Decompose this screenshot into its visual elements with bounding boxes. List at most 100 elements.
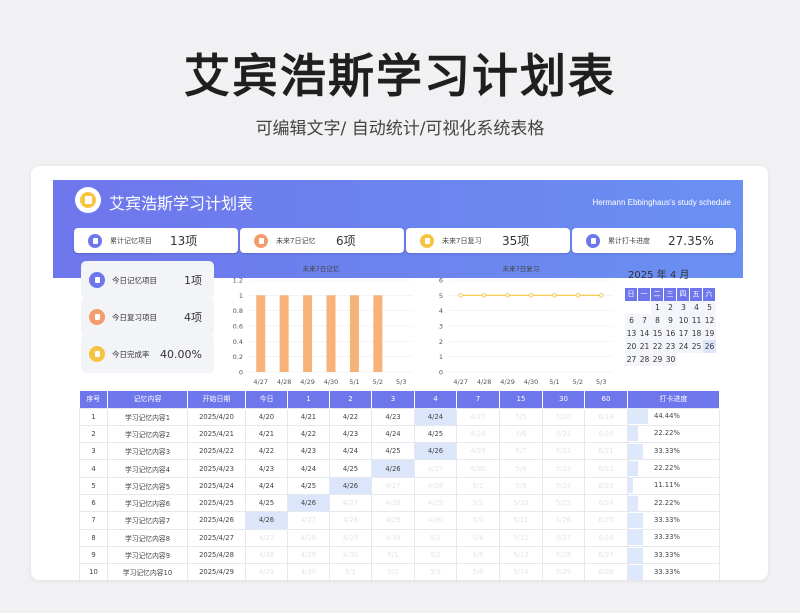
review-date-cell[interactable]: 4/30 (329, 545, 372, 565)
review-date-cell[interactable]: 5/1 (414, 528, 457, 547)
memory-content-cell[interactable]: 学习记忆内容2 (107, 424, 188, 444)
row-number[interactable]: 7 (79, 511, 108, 530)
review-date-cell[interactable]: 4/28 (287, 528, 330, 547)
review-date-cell[interactable]: 4/22 (329, 407, 372, 426)
review-date-cell[interactable]: 4/22 (245, 442, 288, 461)
review-date-cell[interactable]: 5/3 (414, 563, 457, 580)
review-date-cell[interactable]: 4/30 (414, 511, 457, 530)
review-date-cell[interactable]: 4/23 (245, 459, 288, 478)
start-date-cell[interactable]: 2025/4/21 (187, 424, 246, 444)
memory-content-cell[interactable]: 学习记忆内容1 (107, 407, 188, 426)
review-date-cell[interactable]: 4/28 (456, 424, 500, 444)
review-date-cell[interactable]: 5/4 (456, 528, 500, 547)
row-number[interactable]: 1 (79, 407, 108, 426)
review-date-cell[interactable]: 6/22 (584, 459, 628, 478)
review-date-cell[interactable]: 5/5 (456, 545, 500, 565)
review-date-cell[interactable]: 4/24 (371, 424, 415, 444)
calendar-day[interactable]: 22 (651, 340, 664, 353)
review-date-cell[interactable]: 5/8 (499, 459, 543, 478)
review-date-cell[interactable]: 4/26 (371, 459, 415, 478)
calendar-day[interactable]: 3 (677, 301, 690, 314)
calendar-day[interactable]: 2 (664, 301, 677, 314)
calendar-day[interactable]: 23 (664, 340, 677, 353)
row-number[interactable]: 5 (79, 476, 108, 495)
review-date-cell[interactable]: 4/23 (329, 424, 372, 444)
review-date-cell[interactable]: 4/27 (414, 459, 457, 478)
calendar-day[interactable]: 20 (625, 340, 638, 353)
row-number[interactable]: 8 (79, 528, 108, 547)
review-date-cell[interactable]: 4/27 (287, 511, 330, 530)
review-date-cell[interactable]: 4/25 (371, 442, 415, 461)
review-date-cell[interactable]: 5/1 (371, 545, 415, 565)
calendar-day[interactable]: 7 (638, 314, 651, 327)
review-date-cell[interactable]: 6/26 (584, 528, 628, 547)
review-date-cell[interactable]: 4/30 (456, 459, 500, 478)
start-date-cell[interactable]: 2025/4/20 (187, 407, 246, 426)
review-date-cell[interactable]: 4/27 (371, 476, 415, 495)
review-date-cell[interactable]: 4/29 (245, 563, 288, 580)
memory-content-cell[interactable]: 学习记忆内容7 (107, 511, 188, 530)
calendar-day[interactable]: 4 (690, 301, 703, 314)
start-date-cell[interactable]: 2025/4/29 (187, 563, 246, 580)
review-date-cell[interactable]: 4/25 (245, 493, 288, 513)
memory-content-cell[interactable]: 学习记忆内容6 (107, 493, 188, 513)
calendar-day[interactable]: 18 (690, 327, 703, 340)
start-date-cell[interactable]: 2025/4/28 (187, 545, 246, 565)
review-date-cell[interactable]: 5/29 (542, 563, 585, 580)
calendar-day[interactable]: 30 (664, 353, 677, 366)
review-date-cell[interactable]: 4/24 (414, 407, 457, 426)
start-date-cell[interactable]: 2025/4/27 (187, 528, 246, 547)
review-date-cell[interactable]: 4/24 (329, 442, 372, 461)
review-date-cell[interactable]: 5/11 (499, 511, 543, 530)
review-date-cell[interactable]: 5/23 (542, 459, 585, 478)
review-date-cell[interactable]: 6/20 (584, 424, 628, 444)
review-date-cell[interactable]: 5/1 (456, 476, 500, 495)
review-date-cell[interactable]: 6/27 (584, 545, 628, 565)
start-date-cell[interactable]: 2025/4/23 (187, 459, 246, 478)
review-date-cell[interactable]: 6/23 (584, 476, 628, 495)
calendar-day[interactable]: 21 (638, 340, 651, 353)
calendar-day[interactable]: 1 (651, 301, 664, 314)
review-date-cell[interactable]: 5/9 (499, 476, 543, 495)
review-date-cell[interactable]: 5/10 (499, 493, 543, 513)
review-date-cell[interactable]: 5/5 (499, 407, 543, 426)
review-date-cell[interactable]: 5/3 (456, 511, 500, 530)
calendar-day[interactable]: 13 (625, 327, 638, 340)
review-date-cell[interactable]: 4/23 (371, 407, 415, 426)
calendar-day[interactable]: 24 (677, 340, 690, 353)
calendar-day[interactable]: 15 (651, 327, 664, 340)
review-date-cell[interactable]: 4/29 (329, 528, 372, 547)
review-date-cell[interactable]: 4/25 (329, 459, 372, 478)
row-number[interactable]: 6 (79, 493, 108, 513)
calendar-day[interactable]: 12 (703, 314, 716, 327)
memory-content-cell[interactable]: 学习记忆内容4 (107, 459, 188, 478)
review-date-cell[interactable]: 4/26 (414, 442, 457, 461)
review-date-cell[interactable]: 5/1 (329, 563, 372, 580)
review-date-cell[interactable]: 6/28 (584, 563, 628, 580)
review-date-cell[interactable]: 5/25 (542, 493, 585, 513)
review-date-cell[interactable]: 4/28 (329, 511, 372, 530)
calendar-day[interactable]: 9 (664, 314, 677, 327)
review-date-cell[interactable]: 4/26 (287, 493, 330, 513)
review-date-cell[interactable]: 5/2 (456, 493, 500, 513)
memory-content-cell[interactable]: 学习记忆内容10 (107, 563, 188, 580)
review-date-cell[interactable]: 5/28 (542, 545, 585, 565)
review-date-cell[interactable]: 4/25 (287, 476, 330, 495)
review-date-cell[interactable]: 5/26 (542, 511, 585, 530)
start-date-cell[interactable]: 2025/4/25 (187, 493, 246, 513)
review-date-cell[interactable]: 4/24 (245, 476, 288, 495)
review-date-cell[interactable]: 4/27 (245, 528, 288, 547)
row-number[interactable]: 10 (79, 563, 108, 580)
review-date-cell[interactable]: 4/24 (287, 459, 330, 478)
calendar-day[interactable]: 16 (664, 327, 677, 340)
review-date-cell[interactable]: 4/21 (287, 407, 330, 426)
review-date-cell[interactable]: 4/27 (456, 407, 500, 426)
calendar-day[interactable]: 29 (651, 353, 664, 366)
calendar-day[interactable]: 6 (625, 314, 638, 327)
calendar-day[interactable]: 10 (677, 314, 690, 327)
calendar-day[interactable]: 5 (703, 301, 716, 314)
calendar-day[interactable]: 25 (690, 340, 703, 353)
review-date-cell[interactable]: 5/2 (371, 563, 415, 580)
review-date-cell[interactable]: 4/26 (329, 476, 372, 495)
review-date-cell[interactable]: 4/26 (245, 511, 288, 530)
